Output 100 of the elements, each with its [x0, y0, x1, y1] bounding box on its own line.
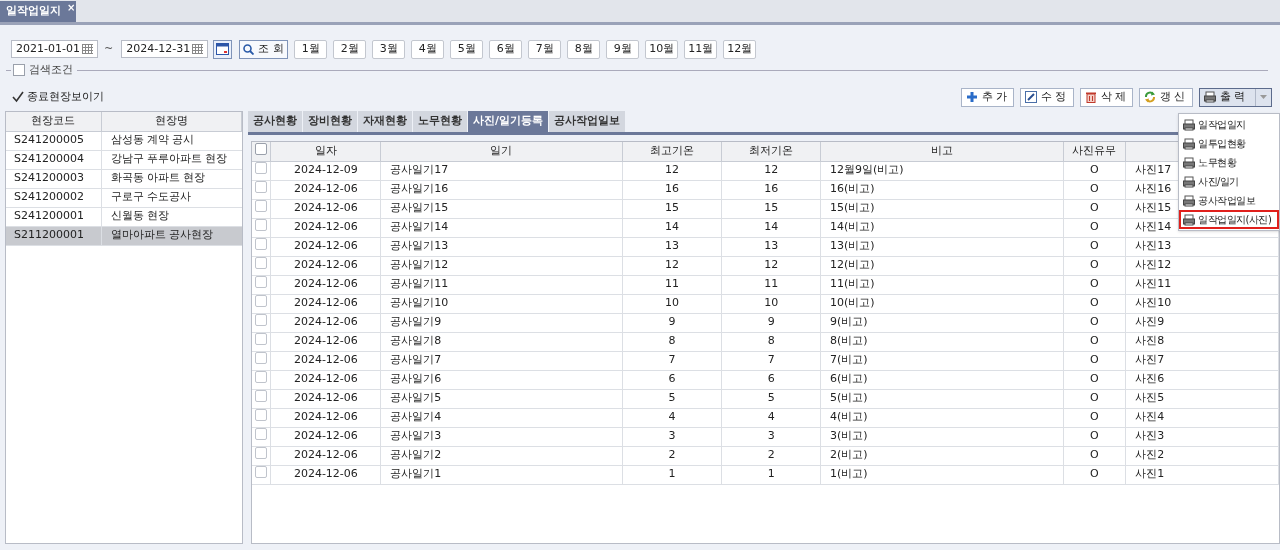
table-cell: 3	[721, 427, 821, 446]
edit-button[interactable]: 수 정	[1020, 87, 1074, 107]
month-button[interactable]: 4월	[411, 39, 445, 59]
table-cell: 16(비고)	[820, 180, 1063, 199]
close-icon[interactable]: ×	[67, 0, 76, 15]
table-cell: 2024-12-06	[270, 313, 381, 332]
month-button[interactable]: 10월	[645, 39, 679, 59]
table-cell: 9(비고)	[820, 313, 1063, 332]
calendar-grid-icon	[192, 44, 204, 54]
table-cell: 1	[721, 465, 821, 484]
table-cell: O	[1063, 465, 1126, 484]
delete-button[interactable]: 삭 제	[1079, 87, 1133, 107]
table-cell: O	[1063, 237, 1126, 256]
table-cell: 4(비고)	[820, 408, 1063, 427]
tab[interactable]: 사진/일기등록	[468, 111, 549, 132]
table-cell: 15	[622, 199, 722, 218]
month-button[interactable]: 6월	[489, 39, 523, 59]
table-cell: 11(비고)	[820, 275, 1063, 294]
tab[interactable]: 장비현황	[303, 111, 357, 132]
checkbox[interactable]	[12, 91, 24, 103]
table-cell: 공사일기10	[380, 294, 623, 313]
table-cell: 공사일기15	[380, 199, 623, 218]
search-icon	[243, 43, 255, 55]
date-field[interactable]: 2024-12-31	[121, 40, 209, 58]
table-cell: 사진3	[1125, 427, 1279, 446]
table-cell: 공사일기13	[380, 237, 623, 256]
table-cell: 사진2	[1125, 446, 1279, 465]
refresh-button[interactable]: 갱 신	[1139, 87, 1193, 107]
table-cell: 12	[622, 256, 722, 275]
month-button[interactable]: 2월	[333, 39, 367, 59]
checkbox[interactable]	[13, 64, 25, 76]
table-cell: 사진9	[1125, 313, 1279, 332]
tab[interactable]: 공사작업일보	[549, 111, 626, 132]
column-header: 현장코드	[6, 112, 101, 131]
window-tab[interactable]: 일작업일지 ×	[0, 1, 76, 22]
menu-item[interactable]: 일투입현황	[1179, 134, 1279, 153]
month-button[interactable]: 3월	[372, 39, 406, 59]
table-cell: 12월9일(비고)	[820, 161, 1063, 180]
caret-icon	[1260, 95, 1267, 99]
table-cell: 14	[721, 218, 821, 237]
table-cell: 9	[622, 313, 722, 332]
table-cell: 공사일기2	[380, 446, 623, 465]
table-cell: 6	[721, 370, 821, 389]
date-field[interactable]: 2021-01-01	[11, 40, 98, 58]
printer-icon	[1183, 118, 1195, 131]
tab[interactable]: 공사현황	[248, 111, 302, 132]
table-cell: 15(비고)	[820, 199, 1063, 218]
month-button[interactable]: 8월	[567, 39, 601, 59]
table-cell: 공사일기16	[380, 180, 623, 199]
table-cell: 1(비고)	[820, 465, 1063, 484]
table-cell: 6(비고)	[820, 370, 1063, 389]
printer-icon	[1183, 213, 1195, 226]
table-cell: 6	[622, 370, 722, 389]
month-button[interactable]: 12월	[723, 39, 757, 59]
table-cell: 2024-12-09	[270, 161, 381, 180]
checkbox[interactable]	[255, 142, 268, 155]
table-cell: 12(비고)	[820, 256, 1063, 275]
column-header: 일자	[270, 142, 381, 161]
table-cell: 2	[622, 446, 722, 465]
month-button[interactable]: 11월	[684, 39, 718, 59]
table-cell: 공사일기8	[380, 332, 623, 351]
table-cell: 12	[721, 161, 821, 180]
checkbox-label: 종료현장보이기	[27, 88, 104, 105]
table-cell: 2024-12-06	[270, 237, 381, 256]
table-cell: 사진4	[1125, 408, 1279, 427]
table-cell: O	[1063, 408, 1126, 427]
table-cell: 2024-12-06	[270, 275, 381, 294]
table-cell: 사진7	[1125, 351, 1279, 370]
tab[interactable]: 자재현황	[358, 111, 412, 132]
range-separator: ~	[104, 40, 114, 57]
table-cell: O	[1063, 389, 1126, 408]
table-cell: O	[1063, 161, 1126, 180]
printer-icon	[1183, 194, 1195, 207]
table-cell: 사진10	[1125, 294, 1279, 313]
search-button[interactable]: 조 회	[239, 39, 289, 59]
printer-icon	[1183, 175, 1195, 188]
tab[interactable]: 노무현황	[413, 111, 467, 132]
table-cell: 공사일기5	[380, 389, 623, 408]
table-cell: 2024-12-06	[270, 180, 381, 199]
table-cell: 16	[622, 180, 722, 199]
trash-icon	[1084, 91, 1097, 103]
table-cell: 5(비고)	[820, 389, 1063, 408]
print-button[interactable]: 출 력	[1198, 87, 1272, 107]
table-cell: O	[1063, 313, 1126, 332]
month-button[interactable]: 5월	[450, 39, 484, 59]
table-cell: O	[1063, 427, 1126, 446]
add-button[interactable]: 추 가	[960, 87, 1014, 107]
table-cell: 12	[721, 256, 821, 275]
table-cell: 16	[721, 180, 821, 199]
table-cell: 공사일기14	[380, 218, 623, 237]
calendar-button[interactable]	[213, 39, 233, 59]
table-cell: 13	[622, 237, 722, 256]
month-button[interactable]: 9월	[606, 39, 640, 59]
menu-item[interactable]: 일작업일지	[1179, 115, 1279, 134]
table-cell: O	[1063, 218, 1126, 237]
month-button[interactable]: 1월	[294, 39, 328, 59]
month-button[interactable]: 7월	[528, 39, 562, 59]
menu-item[interactable]: 일작업일지(사진)	[1179, 210, 1279, 229]
column-header: 비고	[820, 142, 1063, 161]
table-cell: 2024-12-06	[270, 465, 381, 484]
